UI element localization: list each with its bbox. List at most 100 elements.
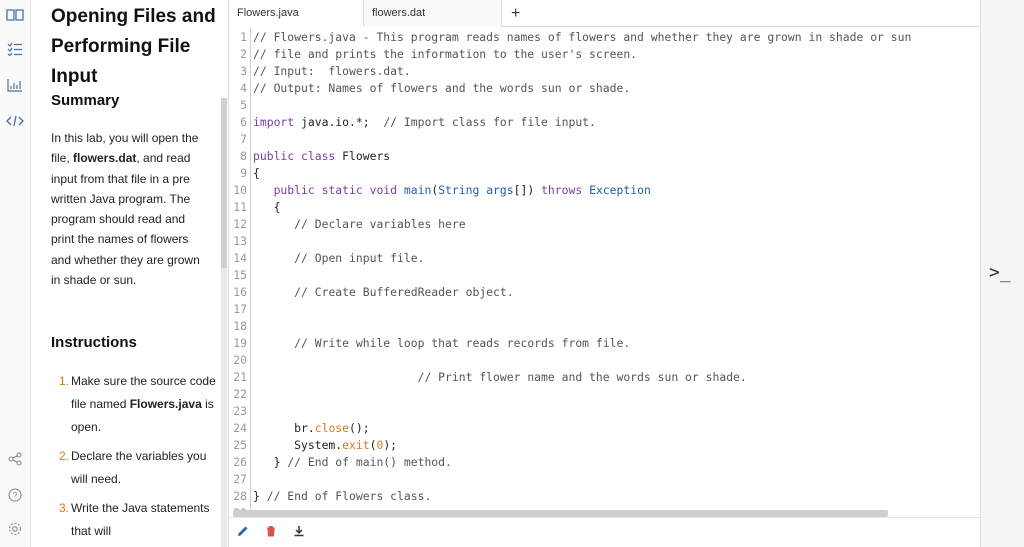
code-token: System. — [253, 438, 343, 452]
code-line[interactable]: 24 br.close(); — [229, 420, 981, 437]
code-token: String — [438, 183, 480, 197]
line-number: 22 — [233, 387, 247, 401]
panel-scrollbar[interactable] — [221, 98, 227, 547]
settings-icon[interactable] — [4, 520, 26, 538]
code-icon[interactable] — [4, 112, 26, 130]
download-icon[interactable] — [291, 524, 307, 542]
code-line[interactable]: 10 public static void main(String args[]… — [229, 182, 981, 199]
code-token: (); — [349, 421, 370, 435]
code-text: public class Flowers — [253, 148, 390, 165]
icon-rail: ? — [0, 0, 31, 547]
code-line[interactable]: 21 // Print flower name and the words su… — [229, 369, 981, 386]
code-area[interactable]: 1 // Flowers.java - This program reads na… — [229, 28, 981, 513]
code-token: Flowers — [335, 149, 391, 163]
line-number: 5 — [240, 98, 247, 112]
line-number: 6 — [240, 115, 247, 129]
tab-flowers-dat[interactable]: flowers.dat — [364, 0, 502, 27]
pencil-icon[interactable] — [235, 524, 251, 542]
code-text: // Output: Names of flowers and the word… — [253, 80, 630, 97]
code-line[interactable]: 6 import java.io.*; // Import class for f… — [229, 114, 981, 131]
code-line[interactable]: 18 — [229, 318, 981, 335]
add-tab-button[interactable]: + — [507, 0, 529, 27]
code-editor: Flowers.java flowers.dat + 1 // Flowers.j… — [228, 0, 981, 547]
code-line[interactable]: 22 — [229, 386, 981, 403]
line-number: 11 — [233, 200, 247, 214]
code-token: // Write while loop that reads records f… — [294, 336, 631, 350]
code-token: } — [253, 489, 267, 503]
code-text: { — [253, 165, 260, 182]
line-number: 14 — [233, 251, 247, 265]
line-number: 12 — [233, 217, 247, 231]
terminal-icon[interactable]: >_ — [989, 262, 1011, 283]
code-line[interactable]: 26 } // End of main() method. — [229, 454, 981, 471]
code-token: main — [403, 183, 432, 197]
code-text: // Input: flowers.dat. — [253, 63, 411, 80]
code-token: // Flowers.java - This program reads nam… — [253, 30, 912, 44]
line-number: 9 — [240, 166, 247, 180]
code-line[interactable]: 11 { — [229, 199, 981, 216]
code-line[interactable]: 23 — [229, 403, 981, 420]
line-number: 3 — [240, 64, 247, 78]
panel-scrollbar-thumb[interactable] — [221, 98, 227, 268]
code-line[interactable]: 4 // Output: Names of flowers and the wor… — [229, 80, 981, 97]
code-token: ); — [383, 438, 398, 452]
code-text: // Open input file. — [253, 250, 424, 267]
horizontal-scrollbar[interactable] — [233, 510, 888, 517]
code-line[interactable]: 14 // Open input file. — [229, 250, 981, 267]
code-line[interactable]: 20 — [229, 352, 981, 369]
code-token: } — [253, 455, 288, 469]
code-token: java.io.*; — [294, 115, 384, 129]
code-text: // Flowers.java - This program reads nam… — [253, 29, 911, 46]
line-number: 2 — [240, 47, 247, 61]
code-token: // Input: flowers.dat. — [253, 64, 411, 78]
code-line[interactable]: 7 — [229, 131, 981, 148]
code-line[interactable]: 8 public class Flowers — [229, 148, 981, 165]
code-line[interactable]: 15 — [229, 267, 981, 284]
book-icon[interactable] — [4, 6, 26, 24]
line-number: 17 — [233, 302, 247, 316]
code-token: // Open input file. — [294, 251, 425, 265]
code-line[interactable]: 1 // Flowers.java - This program reads na… — [229, 29, 981, 46]
code-token: // End of Flowers class. — [266, 489, 432, 503]
code-line[interactable]: 17 — [229, 301, 981, 318]
line-number: 13 — [233, 234, 247, 248]
list-item: 2. Declare the variables you will need. — [59, 449, 207, 486]
line-number: 23 — [233, 404, 247, 418]
summary-text: In this lab, you will open the file, flo… — [51, 131, 200, 288]
code-line[interactable]: 27 — [229, 471, 981, 488]
code-line[interactable]: 2 // file and prints the information to t… — [229, 46, 981, 63]
line-number: 8 — [240, 149, 247, 163]
code-line[interactable]: 19 // Write while loop that reads record… — [229, 335, 981, 352]
code-line[interactable]: 25 System.exit(0); — [229, 437, 981, 454]
file-tabs: Flowers.java flowers.dat + — [229, 0, 981, 27]
code-token: exit — [342, 438, 370, 452]
code-text: public static void main(String args[]) t… — [253, 182, 651, 199]
trash-icon[interactable] — [263, 524, 279, 542]
checklist-icon[interactable] — [4, 40, 26, 58]
line-number: 28 — [233, 489, 247, 503]
instructions-heading: Instructions — [51, 334, 137, 351]
code-text: } // End of Flowers class. — [253, 488, 431, 505]
code-line[interactable]: 9{ — [229, 165, 981, 182]
tab-flowers-java[interactable]: Flowers.java — [229, 0, 364, 27]
help-icon[interactable]: ? — [4, 486, 26, 504]
line-number: 16 — [233, 285, 247, 299]
code-line[interactable]: 16 // Create BufferedReader object. — [229, 284, 981, 301]
right-sidebar: >_ — [980, 0, 1024, 547]
chart-icon[interactable] — [4, 76, 26, 94]
code-text: // Print flower name and the words sun o… — [253, 369, 747, 386]
code-line[interactable]: 12 // Declare variables here — [229, 216, 981, 233]
code-line[interactable]: 3 // Input: flowers.dat. — [229, 63, 981, 80]
share-icon[interactable] — [4, 450, 26, 468]
code-line[interactable]: 5 — [229, 97, 981, 114]
code-line[interactable]: 13 — [229, 233, 981, 250]
code-text: import java.io.*; // Import class for fi… — [253, 114, 596, 131]
code-token: []) — [513, 183, 542, 197]
code-line[interactable]: 28} // End of Flowers class. — [229, 488, 981, 505]
code-token: close — [314, 421, 350, 435]
